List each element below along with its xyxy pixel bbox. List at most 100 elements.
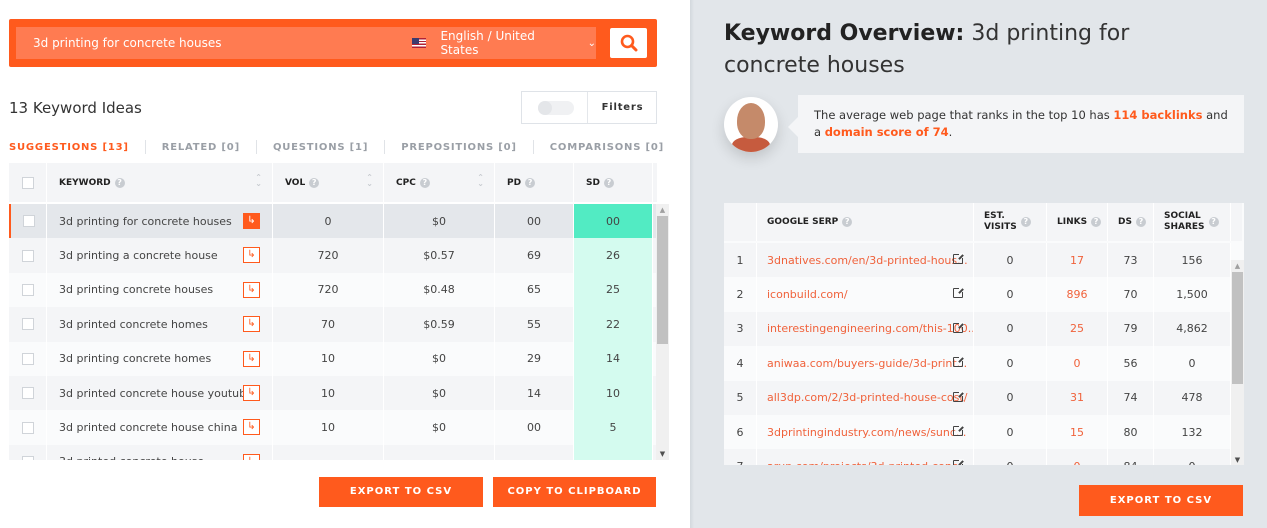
scroll-thumb[interactable] [1232,272,1243,384]
scroll-down-arrow-icon[interactable]: ▼ [656,448,669,460]
serp-url-link[interactable]: 3dnatives.com/en/3d-printed-hous... [767,254,968,267]
help-icon[interactable]: ? [603,177,614,188]
select-all-checkbox[interactable] [21,176,34,189]
header-keyword[interactable]: KEYWORD ? ⌃ ⌄ [47,163,273,202]
keyword-text: 3d printed concrete house china [59,421,238,435]
keyword-table-scrollbar[interactable]: ▲ ▼ [656,204,669,460]
help-icon[interactable]: ? [114,177,125,188]
links-cell[interactable]: 31 [1047,380,1108,415]
external-link-icon[interactable] [953,356,964,368]
keyword-cell[interactable]: 3d printing a concrete house ↳ [47,238,273,273]
open-keyword-icon[interactable]: ↳ [243,213,260,229]
external-link-icon[interactable] [953,459,964,465]
header-pd-label: PD [507,177,522,188]
tab-suggestions[interactable]: SUGGESTIONS [13] [9,142,129,153]
keyword-cell[interactable]: 3d printed concrete homes ↳ [47,307,273,342]
locale-select[interactable]: English / United States ⌄ [406,27,596,59]
row-checkbox[interactable] [21,455,34,460]
external-link-icon[interactable] [953,321,964,333]
help-icon[interactable]: ? [1208,217,1219,227]
search-button[interactable] [610,28,647,58]
copy-to-clipboard-button[interactable]: COPY TO CLIPBOARD [493,477,656,507]
open-keyword-icon[interactable]: ↳ [243,384,260,401]
tab-comparisons[interactable]: COMPARISONS [0] [550,142,664,153]
keyword-cell[interactable]: 3d printed concrete house ↳ [47,444,273,460]
row-checkbox[interactable] [21,352,34,365]
links-cell[interactable]: 25 [1047,311,1108,347]
export-csv-button[interactable]: EXPORT TO CSV [319,477,483,507]
links-cell[interactable]: 896 [1047,277,1108,312]
help-icon[interactable]: ? [1135,217,1146,227]
keyword-row[interactable]: 3d printed concrete homes ↳ 70 $0.59 55 22 [9,307,657,342]
tab-prepositions[interactable]: PREPOSITIONS [0] [401,142,517,153]
row-checkbox[interactable] [21,283,34,296]
open-keyword-icon[interactable]: ↳ [243,281,260,298]
links-cell[interactable]: 17 [1047,243,1108,278]
row-checkbox[interactable] [21,249,34,262]
serp-url-link[interactable]: 3dprintingindustry.com/news/sunc... [767,426,966,439]
pd-cell: 69 [495,238,574,273]
row-checkbox[interactable] [21,318,34,331]
scroll-up-arrow-icon[interactable]: ▲ [656,204,669,216]
sort-icon[interactable]: ⌃ ⌄ [366,174,373,188]
open-keyword-icon[interactable]: ↳ [243,453,260,460]
external-link-icon[interactable] [953,287,964,299]
help-icon[interactable]: ? [419,177,430,188]
links-cell[interactable]: 0 [1047,449,1108,465]
help-icon[interactable]: ? [1091,217,1102,227]
keyword-row[interactable]: 3d printed concrete house china ↳ 10 $0 00 5 [9,410,657,445]
tab-questions[interactable]: QUESTIONS [1] [273,142,368,153]
row-checkbox[interactable] [21,387,34,400]
external-link-icon[interactable] [953,424,964,436]
help-icon[interactable]: ? [1020,217,1031,227]
header-cpc[interactable]: CPC ? ⌃ ⌄ [384,163,495,202]
help-icon[interactable]: ? [309,177,320,188]
tab-related[interactable]: RELATED [0] [162,142,240,153]
serp-url-link[interactable]: aniwaa.com/buyers-guide/3d-print... [767,357,967,370]
serp-url-link[interactable]: interestingengineering.com/this-100... [767,322,973,335]
scroll-up-arrow-icon[interactable]: ▲ [1231,260,1244,272]
keyword-row[interactable]: 3d printed concrete house ↳ [9,444,657,460]
filters-toggle[interactable] [538,101,574,115]
links-cell[interactable]: 0 [1047,346,1108,381]
serp-table-scrollbar[interactable]: ▲ ▼ [1231,260,1244,465]
external-link-icon[interactable] [953,390,964,402]
header-pd[interactable]: PD ? [495,163,574,202]
open-keyword-icon[interactable]: ↳ [243,316,260,333]
external-link-icon[interactable] [953,253,964,264]
keyword-cell[interactable]: 3d printing concrete homes ↳ [47,341,273,376]
keyword-cell[interactable]: 3d printed concrete house china ↳ [47,410,273,445]
open-keyword-icon[interactable]: ↳ [243,247,260,264]
links-cell[interactable]: 15 [1047,414,1108,450]
search-input[interactable]: 3d printing for concrete houses [33,27,221,59]
keyword-cell[interactable]: 3d printed concrete house youtube ↳ [47,375,273,411]
help-icon[interactable]: ? [525,177,536,188]
serp-url-link[interactable]: arup.com/projects/3d-printed-conc... [767,460,968,465]
sort-icon[interactable]: ⌃ ⌄ [477,174,484,188]
scroll-thumb[interactable] [657,216,668,344]
serp-url-link[interactable]: iconbuild.com/ [767,288,848,301]
keyword-cell[interactable]: 3d printing for concrete houses ↳ [47,204,273,239]
keyword-row[interactable]: 3d printing concrete houses ↳ 720 $0.48 65 25 [9,272,657,308]
keyword-row[interactable]: 3d printing for concrete houses ↳ 0 $0 00 00 [9,204,657,239]
vol-cell: 10 [273,410,384,445]
help-icon[interactable]: ? [842,217,853,227]
keyword-row[interactable]: 3d printed concrete house youtube ↳ 10 $0 14… [9,375,657,411]
keyword-row[interactable]: 3d printing concrete homes ↳ 10 $0 29 14 [9,341,657,376]
keyword-cell[interactable]: 3d printing concrete houses ↳ [47,272,273,308]
open-keyword-icon[interactable]: ↳ [243,419,260,436]
keyword-row[interactable]: 3d printing a concrete house ↳ 720 $0.57 69 2… [9,238,657,273]
open-keyword-icon[interactable]: ↳ [243,350,260,367]
pd-cell: 55 [495,307,574,342]
header-sd[interactable]: SD ? [574,163,653,202]
scroll-down-arrow-icon[interactable]: ▼ [1231,454,1244,465]
serp-url-link[interactable]: all3dp.com/2/3d-printed-house-cost/ [767,391,967,404]
avatar [724,97,778,152]
header-google-serp-label: GOOGLE SERP [767,216,839,227]
header-vol[interactable]: VOL ? ⌃ ⌄ [273,163,384,202]
filters-button[interactable]: Filters [588,92,657,123]
row-checkbox[interactable] [21,421,34,434]
serp-export-csv-button[interactable]: EXPORT TO CSV [1079,485,1243,516]
row-checkbox[interactable] [22,215,35,228]
sort-icon[interactable]: ⌃ ⌄ [255,174,262,188]
